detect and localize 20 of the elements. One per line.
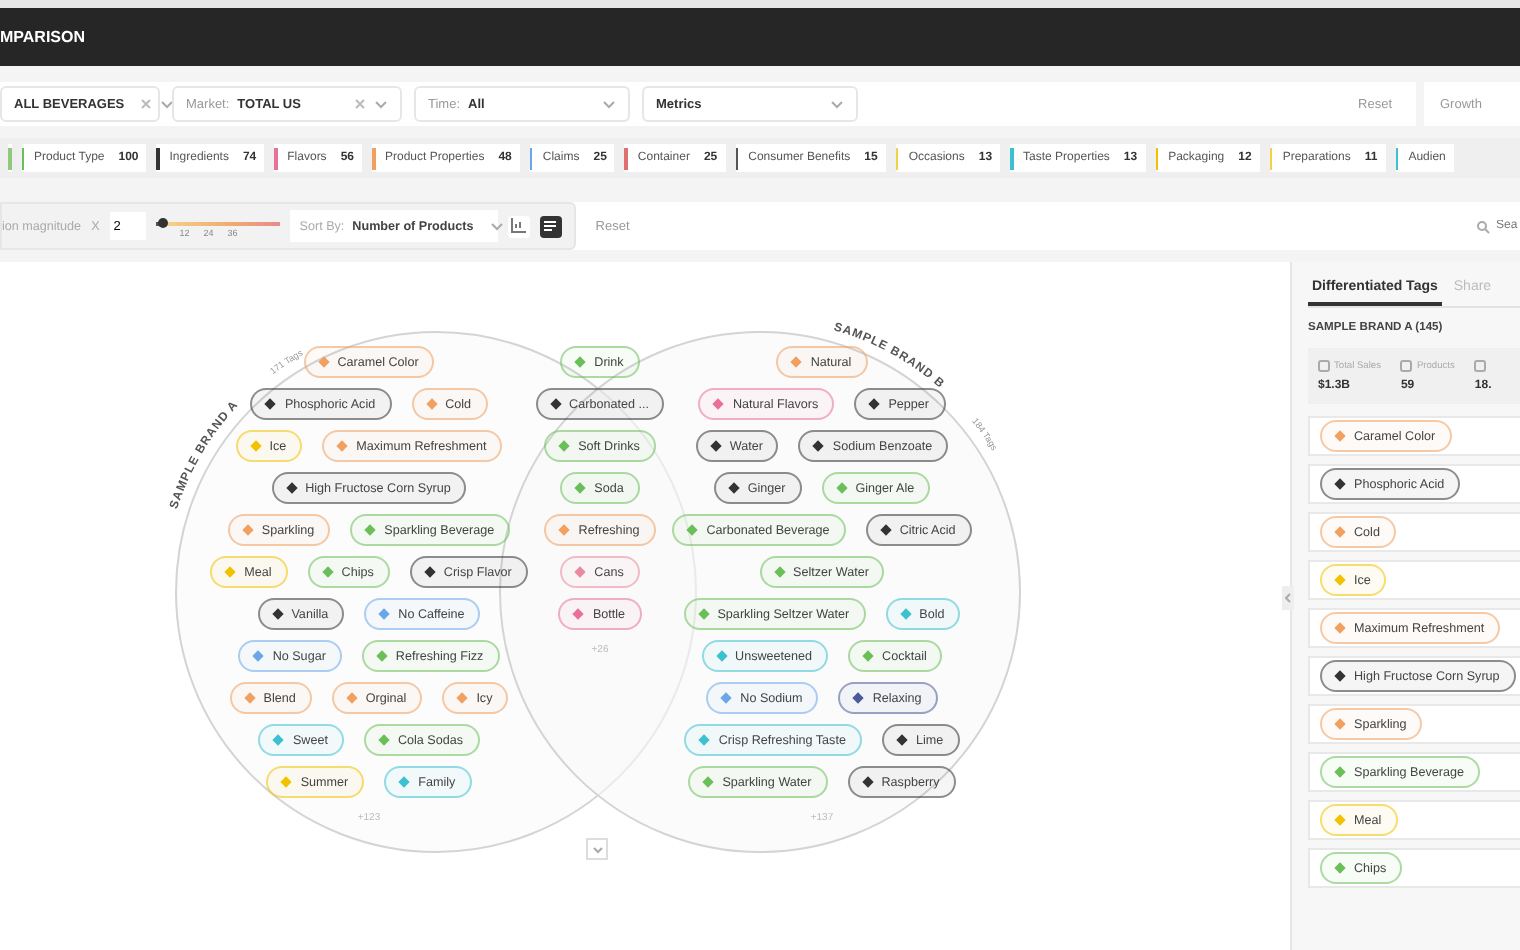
bar-chart-icon xyxy=(510,218,527,234)
chevron-down-icon xyxy=(489,221,504,231)
stat-icon xyxy=(1400,360,1413,372)
search-icon xyxy=(1476,219,1490,233)
expand-button[interactable] xyxy=(586,838,608,860)
clear-icon[interactable] xyxy=(354,98,366,110)
chevron-down-icon xyxy=(602,99,616,109)
clear-icon[interactable] xyxy=(140,98,153,110)
chevron-down-icon xyxy=(830,99,844,109)
chevron-down-icon xyxy=(160,99,175,109)
chevron-down-icon xyxy=(374,99,388,109)
list-view-button[interactable] xyxy=(539,215,562,237)
stat-icon xyxy=(1318,360,1330,372)
chevron-down-icon xyxy=(591,845,603,853)
chevron-left-icon xyxy=(1284,592,1292,604)
page-title: MPARISON xyxy=(0,28,86,46)
collapse-handle[interactable] xyxy=(1282,586,1294,610)
bar-chart-view-button[interactable] xyxy=(507,215,530,237)
list-icon xyxy=(542,218,559,234)
stat-icon xyxy=(1474,360,1487,372)
